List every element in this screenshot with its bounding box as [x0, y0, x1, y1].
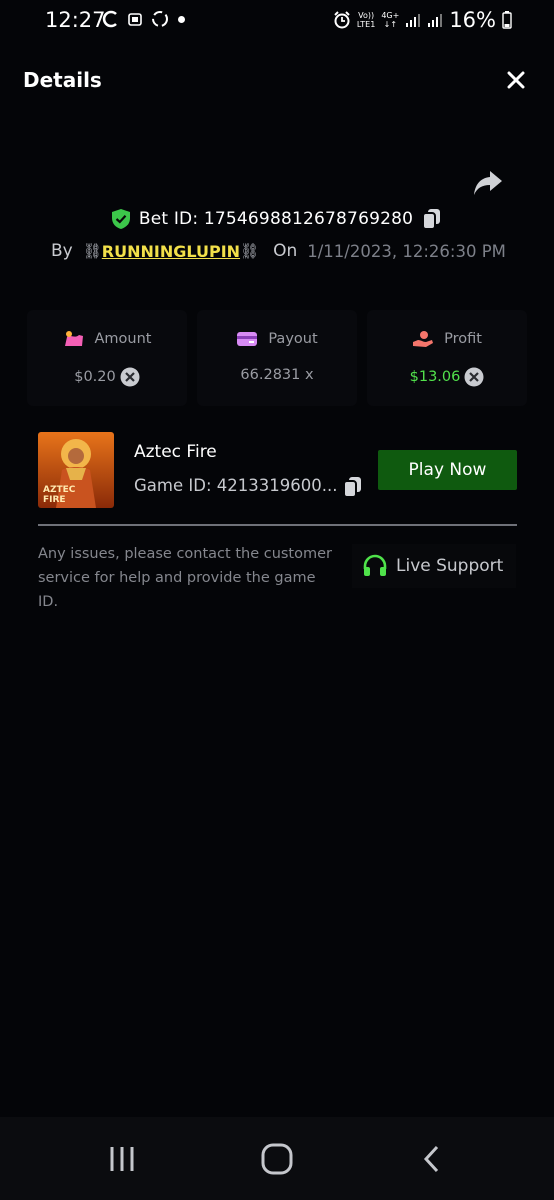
hand-coin-icon — [413, 331, 434, 347]
network-type: 4G+ ↓↑ — [381, 11, 400, 29]
recycle-icon — [152, 11, 168, 27]
signal-icon — [406, 14, 421, 27]
volte-indicator: Vo)) LTE1 — [356, 11, 376, 29]
amount-value-row: $0.20 — [27, 367, 187, 387]
payout-label: Payout — [268, 331, 318, 347]
payout-value: 66.2831 x — [240, 367, 314, 383]
coin-x-icon — [120, 367, 140, 387]
game-thumbnail-art: AZTEC FIRE — [38, 432, 114, 508]
username-link[interactable]: RUNNINGLUPIN — [102, 242, 240, 261]
alarm-icon — [334, 11, 350, 29]
bet-author-row: By ⛓ RUNNINGLUPIN ⛓ On 1/11/2023, 12:26:… — [51, 241, 521, 261]
close-button[interactable] — [503, 67, 529, 93]
recents-icon — [110, 1147, 134, 1171]
chain-icon: ⛓ — [240, 242, 260, 260]
amount-icon — [64, 331, 83, 346]
signal-icon-2 — [428, 14, 443, 27]
bet-id: Bet ID: 1754698812678769280 — [138, 209, 414, 229]
live-support-button[interactable]: Live Support — [352, 544, 516, 588]
chain-icon: ⛓ — [82, 242, 102, 260]
amount-value: $0.20 — [74, 369, 116, 385]
back-button[interactable] — [402, 1137, 462, 1181]
thumb-title-line1: AZTEC — [43, 485, 76, 495]
headset-icon — [363, 554, 387, 576]
bet-stats: Amount $0.20 Payout 66.2831 x Profit $13… — [27, 310, 527, 406]
profit-value-row: $13.06 — [367, 367, 527, 387]
sync-icon — [102, 10, 117, 28]
home-icon — [261, 1143, 293, 1175]
share-button[interactable] — [472, 168, 504, 198]
status-time: 12:27 — [45, 8, 106, 32]
divider — [38, 524, 517, 526]
profit-label: Profit — [444, 331, 482, 347]
payout-value-row: 66.2831 x — [197, 367, 357, 383]
system-nav-bar — [0, 1117, 554, 1200]
status-left-icons — [102, 9, 185, 29]
shield-check-icon — [111, 209, 130, 229]
profit-value: $13.06 — [409, 369, 461, 385]
amount-header: Amount — [27, 330, 187, 348]
game-id: Game ID: 4213319600... — [134, 476, 338, 495]
play-now-button[interactable]: Play Now — [378, 450, 517, 490]
page-title: Details — [23, 68, 102, 92]
by-label: By — [51, 241, 73, 261]
bet-date: 1/11/2023, 12:26:30 PM — [307, 241, 506, 261]
thumb-title-line2: FIRE — [43, 495, 66, 505]
copy-icon[interactable] — [421, 207, 443, 231]
profit-header: Profit — [367, 330, 527, 348]
help-text: Any issues, please contact the customer … — [38, 546, 333, 610]
on-label: On — [273, 241, 298, 261]
share-icon — [474, 171, 502, 195]
coin-x-icon — [464, 367, 484, 387]
status-bar: 12:27 Vo)) LTE1 4G+ ↓↑ 16% — [0, 0, 554, 44]
copy-icon[interactable] — [342, 475, 364, 499]
payout-card: Payout 66.2831 x — [197, 310, 357, 406]
battery-percent: 16% — [449, 8, 496, 32]
amount-label: Amount — [94, 331, 152, 347]
game-name: Aztec Fire — [134, 442, 217, 462]
close-icon — [507, 71, 525, 89]
home-button[interactable] — [247, 1137, 307, 1181]
amount-card: Amount $0.20 — [27, 310, 187, 406]
payout-header: Payout — [197, 330, 357, 348]
app-icon — [128, 13, 142, 26]
live-support-label: Live Support — [396, 556, 504, 576]
bet-id-row: Bet ID: 1754698812678769280 — [0, 207, 554, 231]
game-thumbnail[interactable]: AZTEC FIRE — [38, 432, 114, 508]
card-icon — [237, 332, 258, 346]
battery-icon — [502, 11, 512, 29]
recents-button[interactable] — [92, 1137, 152, 1181]
status-right: Vo)) LTE1 4G+ ↓↑ 16% — [333, 8, 512, 32]
profit-card: Profit $13.06 — [367, 310, 527, 406]
back-icon — [423, 1145, 439, 1173]
notification-dot-icon — [178, 15, 185, 23]
